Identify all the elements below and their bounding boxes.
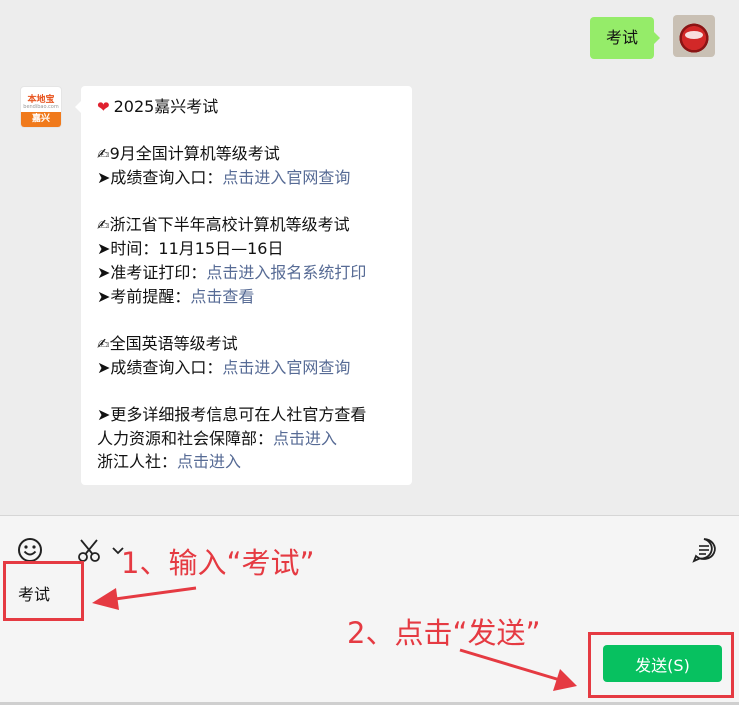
reply-gap: [97, 379, 398, 403]
reply-link[interactable]: 点击进入官网查询: [222, 358, 350, 377]
writing-hand-icon: ✍: [97, 334, 110, 353]
reply-title: ❤ 2025嘉兴考试: [97, 95, 398, 119]
reply-gap: [97, 190, 398, 214]
reply-text: 9月全国计算机等级考试: [109, 144, 280, 164]
reply-gap: [97, 308, 398, 332]
chat-history-icon[interactable]: [690, 536, 718, 564]
reply-line: ➤准考证打印：点击进入报名系统打印: [97, 261, 398, 285]
reply-link[interactable]: 点击进入报名系统打印: [206, 263, 366, 282]
reply-text: 全国英语等级考试: [109, 333, 238, 353]
reply-text: ➤时间：11月15日—16日: [97, 239, 284, 259]
reply-link[interactable]: 点击查看: [190, 287, 254, 306]
smiley-icon[interactable]: [16, 536, 44, 564]
send-highlight-box: [588, 632, 734, 698]
input-highlight-box: [3, 561, 84, 621]
reply-gap: [97, 119, 398, 143]
heart-icon: ❤: [97, 98, 110, 116]
writing-hand-icon: ✍: [97, 145, 110, 164]
reply-line: ✍浙江省下半年高校计算机等级考试: [97, 213, 398, 237]
bot-reply-bubble: ❤ 2025嘉兴考试 ✍9月全国计算机等级考试 ➤成绩查询入口：点击进入官网查询 ✍浙江…: [75, 86, 412, 485]
reply-text: ➤成绩查询入口：: [97, 357, 223, 377]
reply-line: ✍9月全国计算机等级考试: [97, 142, 398, 166]
user-avatar[interactable]: [673, 15, 715, 57]
reply-text: 人力资源和社会保障部：: [97, 428, 274, 448]
reply-text: ➤准考证打印：: [97, 262, 207, 282]
reply-line: ➤更多详细报考信息可在人社官方查看: [97, 403, 398, 427]
step2-annotation: 2、点击“发送”: [347, 616, 541, 650]
reply-line: ➤成绩查询入口：点击进入官网查询: [97, 356, 398, 380]
writing-hand-icon: ✍: [97, 216, 110, 235]
reply-line: ➤成绩查询入口：点击进入官网查询: [97, 166, 398, 190]
reply-text: ➤考前提醒：: [97, 286, 191, 306]
step1-annotation: 1、输入“考试”: [121, 546, 315, 580]
scissors-icon[interactable]: [76, 536, 104, 564]
reply-text: 浙江人社：: [97, 452, 178, 472]
reply-line: ➤考前提醒：点击查看: [97, 285, 398, 309]
reply-text: 2025嘉兴考试: [113, 97, 219, 116]
reply-link[interactable]: 点击进入: [273, 429, 337, 448]
reply-line: 人力资源和社会保障部：点击进入: [97, 427, 398, 451]
bot-avatar[interactable]: 本地宝 bendibao.com 嘉兴: [20, 86, 62, 128]
chat-area: 考试 本地宝 bendibao.com 嘉兴 ❤ 2025嘉兴考试 ✍9月全国计算机…: [0, 0, 739, 515]
user-message-bubble[interactable]: 考试: [590, 17, 661, 59]
reply-text: 浙江省下半年高校计算机等级考试: [109, 215, 350, 235]
reply-line: 浙江人社：点击进入: [97, 450, 398, 474]
reply-text: ➤更多详细报考信息可在人社官方查看: [97, 404, 367, 424]
reply-line: ➤时间：11月15日—16日: [97, 237, 398, 261]
bot-avatar-city-text: 嘉兴: [21, 112, 61, 127]
reply-link[interactable]: 点击进入官网查询: [222, 168, 350, 187]
reply-text: ➤成绩查询入口：: [97, 168, 223, 188]
reply-line: ✍全国英语等级考试: [97, 332, 398, 356]
reply-link[interactable]: 点击进入: [177, 452, 241, 471]
bot-avatar-site-text: bendibao.com: [23, 104, 59, 110]
